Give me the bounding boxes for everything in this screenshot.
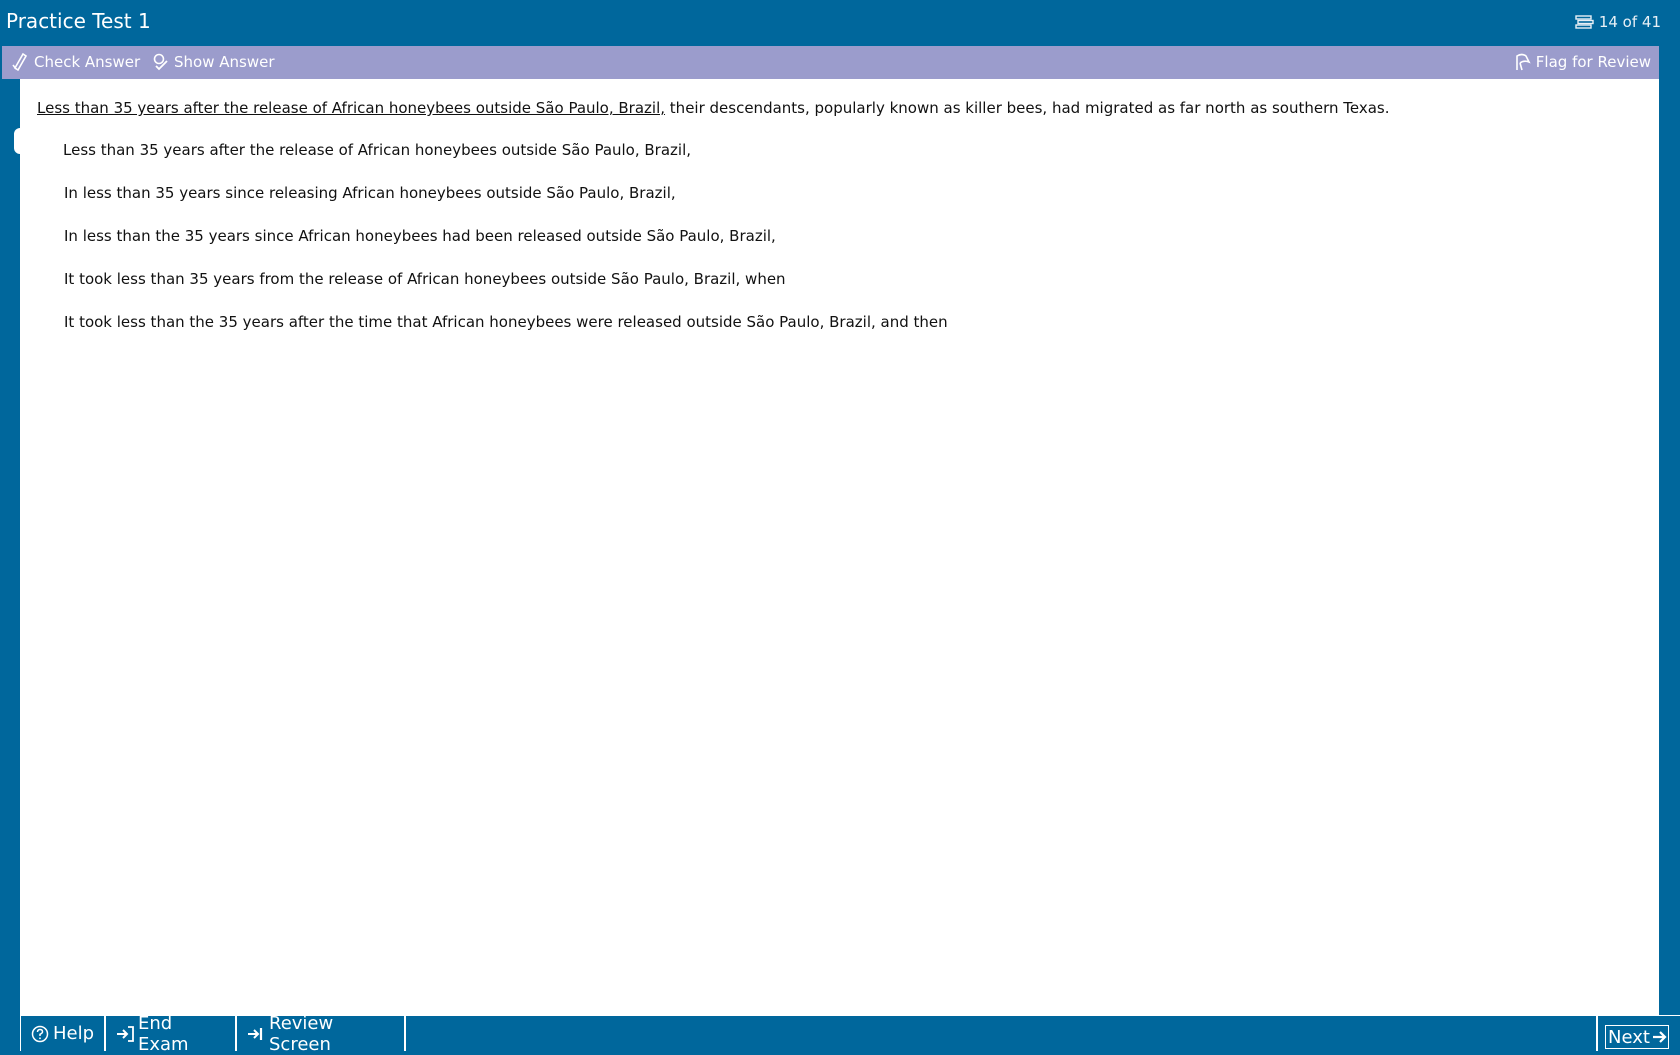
arrow-right-icon — [1652, 1029, 1668, 1045]
title-bar: Practice Test 1 14 of 41 — [0, 0, 1680, 45]
exit-door-icon — [116, 1025, 134, 1043]
magnifier-check-icon — [152, 53, 169, 71]
stacked-pages-icon — [1575, 15, 1595, 29]
answer-choice-e[interactable]: It took less than the 35 years after the… — [64, 309, 948, 335]
show-answer-label: Show Answer — [174, 53, 275, 71]
question-rest: their descendants, popularly known as ki… — [665, 99, 1390, 117]
end-exam-label: End Exam — [138, 1012, 189, 1055]
question-underlined-part: Less than 35 years after the release of … — [37, 99, 666, 117]
review-screen-label: Review Screen — [269, 1012, 334, 1055]
show-answer-button[interactable]: Show Answer — [152, 52, 275, 72]
question-panel: Less than 35 years after the release of … — [20, 79, 1659, 1015]
toolbar: Check Answer Show Answer Flag for Review — [0, 46, 1659, 79]
question-stem: Less than 35 years after the release of … — [37, 99, 1390, 117]
question-circle-icon — [31, 1025, 49, 1043]
answer-choice-a[interactable]: Less than 35 years after the release of … — [63, 137, 691, 163]
panel-side-tab — [14, 128, 22, 154]
flag-for-review-label: Flag for Review — [1535, 53, 1651, 71]
window-title: Practice Test 1 — [6, 9, 151, 33]
next-container: Next — [1596, 1016, 1680, 1051]
check-answer-label: Check Answer — [34, 53, 141, 71]
answer-choice-c[interactable]: In less than the 35 years since African … — [64, 223, 776, 249]
bottom-bar: Help End Exam Review Screen Next — [20, 1013, 1680, 1055]
answer-choice-d[interactable]: It took less than 35 years from the rele… — [64, 266, 786, 292]
check-answer-button[interactable]: Check Answer — [12, 52, 140, 72]
flag-hand-icon — [1514, 53, 1531, 71]
end-exam-button[interactable]: End Exam — [106, 1013, 237, 1055]
next-label: Next — [1608, 1026, 1650, 1048]
next-button[interactable]: Next — [1605, 1025, 1669, 1049]
help-label: Help — [53, 1023, 95, 1044]
arrow-to-bar-icon — [247, 1025, 265, 1043]
review-screen-button[interactable]: Review Screen — [237, 1013, 406, 1055]
pen-check-icon — [12, 52, 29, 72]
flag-for-review-button[interactable]: Flag for Review — [1514, 52, 1651, 72]
question-counter: 14 of 41 — [1575, 13, 1661, 31]
answer-choice-b[interactable]: In less than 35 years since releasing Af… — [64, 180, 676, 206]
counter-text: 14 of 41 — [1598, 13, 1661, 31]
help-button[interactable]: Help — [20, 1016, 106, 1051]
